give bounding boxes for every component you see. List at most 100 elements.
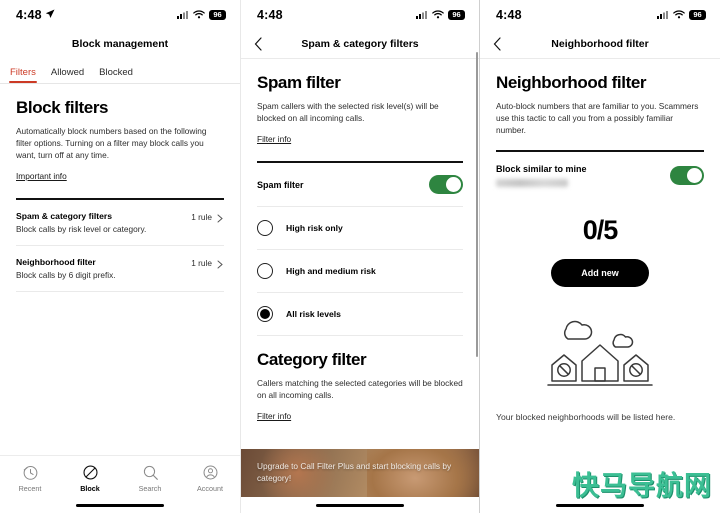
tab-block[interactable]: Block [64, 464, 116, 493]
spam-filter-content: Spam filter Spam callers with the select… [241, 73, 479, 424]
row-spam-category-filters[interactable]: Spam & category filters Block calls by r… [16, 200, 224, 245]
status-time-group: 4:48 [496, 8, 522, 22]
block-circle-slash-icon [82, 464, 99, 481]
radio-label: All risk levels [286, 309, 341, 320]
radio-dot [260, 309, 270, 320]
radio-label: High risk only [286, 223, 343, 234]
radio-all-risk-levels[interactable]: All risk levels [257, 293, 463, 335]
page-title: Spam & category filters [301, 38, 419, 50]
add-new-button[interactable]: Add new [551, 259, 649, 288]
tab-allowed[interactable]: Allowed [51, 67, 84, 83]
scrollbar-thumb[interactable] [475, 52, 478, 357]
radio-high-and-medium-risk[interactable]: High and medium risk [257, 250, 463, 292]
add-new-wrapper: Add new [496, 259, 704, 288]
bottom-tab-bar: Recent Block Search Account [0, 455, 240, 513]
three-phone-screenshots: 4:48 96 Block management Filters Allowed… [0, 0, 720, 513]
category-section-description: Callers matching the selected categories… [257, 378, 463, 401]
section-description: Spam callers with the selected risk leve… [257, 101, 439, 124]
row-subtitle: Block calls by risk level or category. [16, 224, 147, 235]
important-info-link[interactable]: Important info [16, 171, 67, 181]
chevron-left-icon[interactable] [490, 36, 506, 52]
chevron-left-icon[interactable] [251, 36, 267, 52]
status-bar: 4:48 96 [480, 0, 720, 30]
search-magnifier-icon [142, 464, 159, 481]
row-value: 1 rule [191, 212, 212, 223]
spam-filter-toggle-row[interactable]: Spam filter [257, 163, 463, 206]
radio-high-risk-only[interactable]: High risk only [257, 207, 463, 249]
category-section-heading: Category filter [257, 350, 367, 370]
row-value: 1 rule [191, 258, 212, 269]
divider-thin [16, 291, 224, 293]
status-time-group: 4:48 [257, 8, 283, 22]
row-subtitle: Block calls by 6 digit prefix. [16, 270, 116, 281]
tab-recent[interactable]: Recent [4, 464, 56, 493]
toggle-label: Spam filter [257, 179, 304, 190]
switch-knob [686, 167, 703, 184]
cellular-signal-icon [657, 6, 669, 24]
tab-label: Recent [18, 484, 42, 493]
redacted-phone-number [496, 179, 568, 188]
block-similar-toggle-row[interactable]: Block similar to mine [496, 152, 704, 199]
status-time: 4:48 [16, 8, 42, 22]
tab-account[interactable]: Account [184, 464, 236, 493]
radio-button-unselected-icon[interactable] [257, 263, 273, 280]
toggle-label: Block similar to mine [496, 164, 587, 175]
page-title: Neighborhood filter [551, 38, 649, 50]
screen-block-management: 4:48 96 Block management Filters Allowed… [0, 0, 240, 513]
status-icons: 96 [657, 6, 706, 24]
status-bar: 4:48 96 [241, 0, 479, 30]
nav-bar: Neighborhood filter [480, 30, 720, 58]
status-time-group: 4:48 [16, 8, 55, 22]
tab-label: Block [80, 484, 100, 493]
chevron-right-icon [217, 214, 224, 223]
section-heading: Block filters [16, 98, 109, 117]
switch-knob [445, 176, 462, 193]
category-filter-info-link[interactable]: Filter info [257, 411, 291, 421]
tab-search[interactable]: Search [124, 464, 176, 493]
radio-button-selected-icon[interactable] [257, 306, 273, 323]
radio-button-unselected-icon[interactable] [257, 220, 273, 237]
status-icons: 96 [416, 6, 465, 24]
tab-bar-filters: Filters Allowed Blocked [0, 58, 240, 84]
spam-filter-switch[interactable] [429, 175, 463, 195]
status-time: 4:48 [257, 8, 283, 22]
row-neighborhood-filter[interactable]: Neighborhood filter Block calls by 6 dig… [16, 246, 224, 291]
home-indicator [76, 503, 164, 507]
tab-filters[interactable]: Filters [9, 67, 37, 83]
battery-indicator: 96 [448, 10, 465, 20]
neighborhood-houses-blocked-icon [496, 309, 704, 391]
nav-divider [241, 58, 479, 59]
tab-label: Search [138, 484, 162, 493]
row-text-group: Spam & category filters Block calls by r… [16, 211, 146, 234]
row-title: Spam & category filters [16, 211, 112, 222]
status-icons: 96 [177, 6, 226, 24]
toggle-text-group: Block similar to mine [496, 164, 587, 188]
cellular-signal-icon [416, 6, 428, 24]
status-time: 4:48 [496, 8, 522, 22]
tab-label: Account [197, 484, 223, 493]
battery-indicator: 96 [689, 10, 706, 20]
divider-thin [257, 335, 463, 337]
status-bar: 4:48 96 [0, 0, 240, 30]
filter-info-link[interactable]: Filter info [257, 134, 291, 144]
row-text-group: Neighborhood filter Block calls by 6 dig… [16, 257, 116, 280]
recent-clock-icon [22, 464, 39, 481]
battery-indicator: 96 [209, 10, 226, 20]
nav-divider [480, 58, 720, 59]
nav-bar: Spam & category filters [241, 30, 479, 58]
promo-text: Upgrade to Call Filter Plus and start bl… [257, 461, 452, 484]
section-description: Auto-block numbers that are familiar to … [496, 101, 699, 136]
home-indicator [316, 503, 404, 507]
section-description: Automatically block numbers based on the… [16, 126, 207, 161]
nav-bar: Block management [0, 30, 240, 58]
cellular-signal-icon [177, 6, 189, 24]
screen-spam-category-filters: 4:48 96 Spam & category filters Spam fil… [240, 0, 480, 513]
wifi-icon [432, 6, 444, 24]
block-similar-switch[interactable] [670, 166, 704, 186]
tab-blocked[interactable]: Blocked [99, 67, 133, 83]
screen-neighborhood-filter: 4:48 96 Neighborhood filter Neighborhood… [480, 0, 720, 513]
block-filters-content: Block filters Automatically block number… [0, 98, 240, 293]
promo-banner[interactable]: Upgrade to Call Filter Plus and start bl… [241, 449, 479, 497]
neighborhood-filter-content: Neighborhood filter Auto-block numbers t… [480, 73, 720, 424]
page-title: Block management [71, 38, 169, 50]
